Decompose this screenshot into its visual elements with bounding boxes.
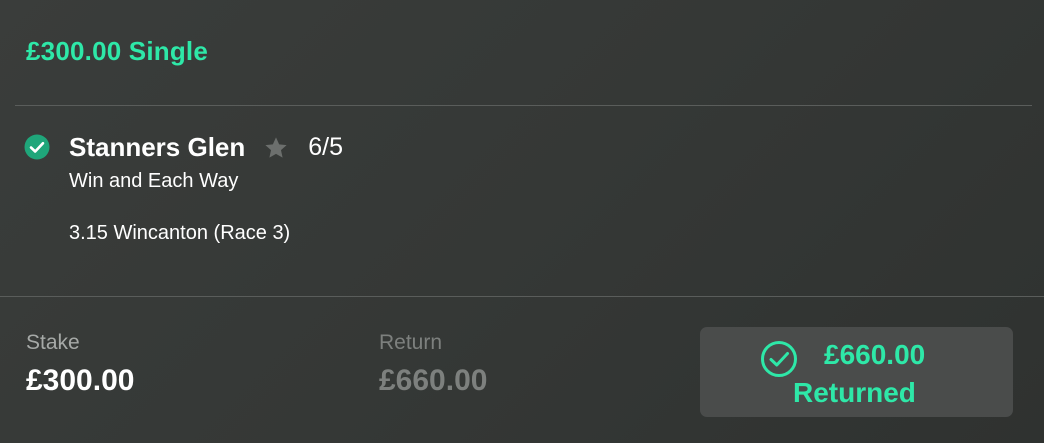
stake-summary: Stake £300.00 [26, 330, 134, 398]
divider [0, 296, 1044, 297]
return-value: £660.00 [379, 364, 488, 397]
selection-name: Stanners Glen [69, 132, 246, 162]
check-circle-icon [24, 134, 50, 160]
selection-event: 3.15 Wincanton (Race 3) [69, 222, 291, 244]
returned-label: Returned [793, 377, 916, 408]
star-icon[interactable] [263, 135, 289, 161]
bet-card: £300.00 Single Stanners Glen 6/5 Win and… [0, 0, 1044, 443]
selection-odds: 6/5 [308, 133, 344, 161]
return-summary: Return £660.00 [379, 330, 487, 398]
stake-value: £300.00 [26, 364, 135, 397]
divider [15, 105, 1032, 106]
returned-amount: £660.00 [824, 339, 926, 370]
return-label: Return [379, 331, 443, 354]
check-circle-outline-icon [761, 341, 797, 377]
bet-title: £300.00 Single [26, 36, 209, 66]
stake-label: Stake [26, 331, 80, 354]
selection-header: Stanners Glen 6/5 [69, 132, 343, 163]
selection-market: Win and Each Way [69, 170, 239, 192]
returned-status-badge: £660.00 Returned [700, 327, 1013, 417]
